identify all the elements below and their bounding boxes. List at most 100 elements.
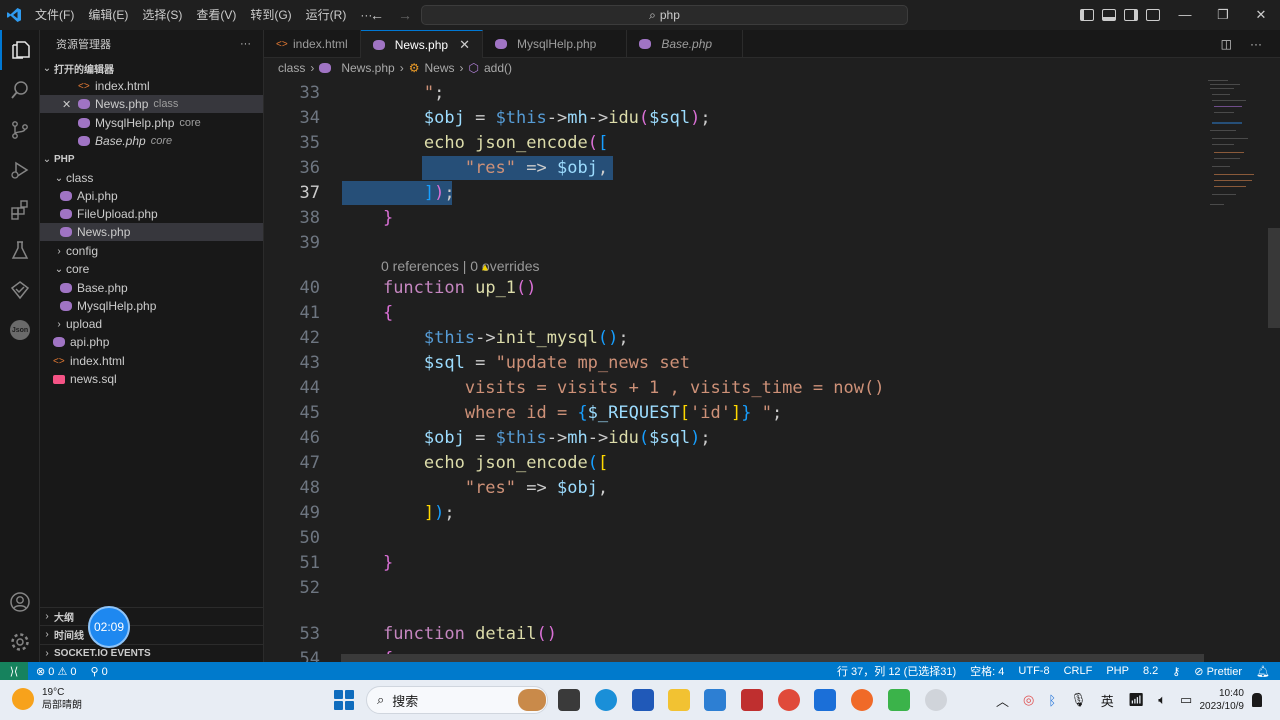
app-icon[interactable] — [925, 689, 947, 711]
chrome-browser-icon[interactable] — [778, 689, 800, 711]
tree-folder-core[interactable]: ⌄ core — [40, 260, 263, 278]
open-editors-section[interactable]: ⌄ 打开的编辑器 — [40, 59, 263, 77]
menu-edit[interactable]: 编辑(E) — [81, 0, 135, 30]
minimize-icon[interactable]: — — [1166, 0, 1204, 30]
volume-icon[interactable]: 🔈︎ — [1158, 692, 1166, 708]
code-line[interactable]: echo json_encode([ — [342, 133, 608, 153]
language-mode[interactable]: PHP — [1106, 665, 1129, 677]
code-editor[interactable]: 33 34 35 36 37 38 39 40 41 42 43 44 45 4… — [264, 78, 1204, 662]
tree-file-api[interactable]: Api.php — [40, 187, 263, 205]
tree-file-news[interactable]: News.php — [40, 223, 263, 241]
extensions-icon[interactable] — [0, 190, 40, 230]
code-line[interactable]: { — [342, 303, 393, 323]
breadcrumb-folder[interactable]: class — [278, 61, 305, 75]
search-view-icon[interactable] — [0, 70, 40, 110]
open-editor-item-news[interactable]: ✕ News.php class — [40, 95, 263, 113]
tree-file-base[interactable]: Base.php — [40, 279, 263, 297]
tree-folder-config[interactable]: › config — [40, 242, 263, 260]
source-control-icon[interactable] — [0, 110, 40, 150]
remote-indicator-icon[interactable]: ⟩⟨ — [0, 662, 28, 680]
recording-timer-badge[interactable]: 02:09 — [88, 606, 130, 648]
settings-gear-icon[interactable] — [0, 622, 40, 662]
code-line[interactable]: $obj = $this->mh->idu($sql); — [342, 108, 711, 128]
code-line[interactable]: ]); — [342, 183, 455, 203]
code-line[interactable]: $sql = "update mp_news set — [342, 353, 690, 373]
code-line[interactable]: where id = {$_REQUEST['id']} "; — [342, 403, 782, 423]
tab-index-html[interactable]: <> index.html — [264, 30, 361, 58]
testing-flask-icon[interactable] — [0, 230, 40, 270]
tree-folder-upload[interactable]: › upload — [40, 315, 263, 333]
tree-file-indexhtml[interactable]: <> index.html — [40, 352, 263, 370]
forward-arrow-icon[interactable]: → — [398, 7, 412, 23]
code-line[interactable]: "res" => $obj, — [342, 478, 608, 498]
tab-news-php[interactable]: News.php ✕ — [360, 30, 483, 58]
tab-mysqlhelp-php[interactable]: MysqlHelp.php — [483, 30, 628, 58]
filezilla-icon[interactable] — [741, 689, 763, 711]
minimap[interactable] — [1204, 78, 1268, 662]
code-line[interactable]: $this->init_mysql(); — [342, 328, 629, 348]
weather-widget[interactable]: 19°C 局部晴朗 — [12, 686, 82, 712]
tree-folder-class[interactable]: ⌄ class — [40, 169, 263, 187]
task-view-icon[interactable] — [558, 689, 580, 711]
socket-events-section[interactable]: › SOCKET.IO EVENTS — [40, 644, 263, 662]
code-line[interactable]: function detail() — [342, 624, 557, 644]
brackets-icon[interactable]: ⚷ — [1172, 665, 1180, 678]
eol-setting[interactable]: CRLF — [1064, 665, 1093, 677]
breadcrumb-file[interactable]: News.php — [341, 61, 394, 75]
toggle-panel-icon[interactable] — [1102, 9, 1116, 21]
command-center-search[interactable]: ⌕ php — [421, 5, 908, 25]
tree-file-apiphp[interactable]: api.php — [40, 333, 263, 351]
code-line[interactable]: visits = visits + 1 , visits_time = now(… — [342, 378, 885, 398]
problems-indicator[interactable]: ⊗ 0 ⚠ 0 — [36, 665, 76, 678]
run-debug-icon[interactable] — [0, 150, 40, 190]
menu-go[interactable]: 转到(G) — [243, 0, 298, 30]
microphone-icon[interactable]: 🎙︎ — [1070, 692, 1087, 708]
menu-selection[interactable]: 选择(S) — [135, 0, 189, 30]
code-line[interactable]: } — [342, 553, 393, 573]
ports-indicator[interactable]: ⚲ 0 — [90, 665, 107, 678]
notification-icon[interactable] — [1252, 693, 1262, 707]
restore-icon[interactable]: ❐ — [1204, 0, 1242, 30]
windows-start-icon[interactable] — [334, 690, 354, 710]
tray-app-icon[interactable]: ◎ — [1023, 692, 1034, 708]
breadcrumb-class[interactable]: News — [424, 61, 454, 75]
prettier-status[interactable]: ⊘ Prettier — [1194, 665, 1242, 678]
php-version[interactable]: 8.2 — [1143, 665, 1158, 677]
json-icon[interactable]: Json — [0, 310, 40, 350]
tree-file-newssql[interactable]: news.sql — [40, 370, 263, 388]
store-app-icon[interactable] — [632, 689, 654, 711]
project-section[interactable]: ⌄ PHP — [40, 150, 263, 168]
back-arrow-icon[interactable]: ← — [370, 7, 384, 23]
postman-icon[interactable] — [851, 689, 873, 711]
file-explorer-icon[interactable] — [668, 689, 690, 711]
open-editor-item-index[interactable]: <> index.html — [40, 77, 263, 95]
code-line[interactable]: echo json_encode([ — [342, 453, 608, 473]
indentation-setting[interactable]: 空格: 4 — [970, 663, 1004, 679]
tree-file-fileupload[interactable]: FileUpload.php — [40, 205, 263, 223]
close-icon[interactable]: ✕ — [62, 98, 78, 111]
customize-layout-icon[interactable] — [1146, 9, 1160, 21]
toggle-secondary-sidebar-icon[interactable] — [1124, 9, 1138, 21]
more-actions-icon[interactable]: ··· — [1250, 37, 1262, 51]
battery-icon[interactable]: ▭ — [1180, 692, 1192, 708]
code-line[interactable]: ]); — [342, 503, 455, 523]
code-line[interactable]: } — [342, 208, 393, 228]
wifi-icon[interactable]: 📶︎ — [1128, 692, 1145, 708]
tab-close-icon[interactable]: ✕ — [459, 37, 470, 53]
horizontal-scrollbar[interactable] — [341, 654, 1204, 662]
encoding-setting[interactable]: UTF-8 — [1018, 665, 1049, 677]
code-line[interactable]: $obj = $this->mh->idu($sql); — [342, 428, 711, 448]
account-icon[interactable] — [0, 582, 40, 622]
code-line[interactable]: function up_1() — [342, 278, 537, 298]
notifications-bell-icon[interactable]: 🔔︎ — [1256, 665, 1270, 678]
open-editor-item-base[interactable]: Base.php core — [40, 132, 263, 150]
menu-run[interactable]: 运行(R) — [299, 0, 354, 30]
code-line[interactable]: "res" => $obj, — [342, 158, 608, 178]
vertical-scrollbar[interactable] — [1268, 228, 1280, 328]
tray-chevron-up-icon[interactable]: ︿ — [996, 691, 1009, 710]
toggle-sidebar-icon[interactable] — [1080, 9, 1094, 21]
outline-section[interactable]: › 大纲 — [40, 607, 263, 625]
edge-browser-icon[interactable] — [595, 689, 617, 711]
code-line[interactable]: "; — [342, 83, 445, 103]
open-editor-item-mysqlhelp[interactable]: MysqlHelp.php core — [40, 114, 263, 132]
